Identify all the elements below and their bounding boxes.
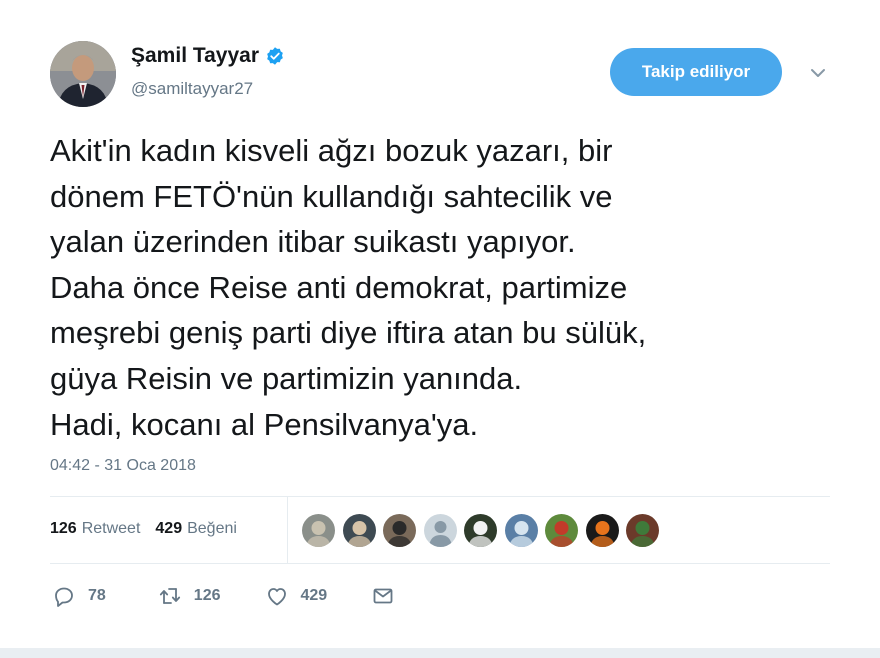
- liker-avatar[interactable]: [464, 514, 497, 547]
- tweet-line: Daha önce Reise anti demokrat, partimize: [50, 269, 628, 305]
- heart-icon: [265, 584, 289, 608]
- liker-avatar[interactable]: [342, 514, 376, 547]
- tweet-line: dönem FETÖ'nün kullandığı sahtecilik ve: [50, 178, 613, 214]
- tweet-line: yalan üzerinden itibar suikastı yapıyor.: [50, 224, 576, 260]
- liker-avatar[interactable]: [504, 514, 538, 547]
- liker-avatar[interactable]: [302, 514, 335, 547]
- retweet-button[interactable]: 126: [158, 584, 221, 608]
- like-button[interactable]: 429: [265, 584, 328, 608]
- chevron-down-icon[interactable]: [807, 62, 829, 84]
- tweet-line: güya Reisin ve partimizin yanında.: [50, 360, 523, 396]
- stats-divider: [287, 497, 288, 563]
- verified-badge-icon: [265, 46, 285, 66]
- tweet-actions: 78 126 429: [52, 584, 395, 608]
- like-action-count: 429: [300, 587, 328, 604]
- liker-avatar-default[interactable]: [423, 514, 457, 547]
- direct-message-button[interactable]: [371, 584, 395, 608]
- tweet-timestamp[interactable]: 04:42 - 31 Oca 2018: [50, 457, 196, 475]
- reply-button[interactable]: 78: [52, 584, 106, 608]
- liker-avatar[interactable]: [626, 514, 659, 547]
- retweet-label[interactable]: Retweet: [82, 520, 141, 538]
- liker-avatar[interactable]: [545, 514, 578, 547]
- divider: [50, 496, 830, 497]
- envelope-icon: [371, 584, 395, 608]
- like-label[interactable]: Beğeni: [187, 520, 237, 538]
- author-avatar[interactable]: [50, 41, 116, 107]
- reply-icon: [52, 584, 76, 608]
- tweet-stats: 126 Retweet 429 Beğeni: [50, 520, 237, 538]
- author-name-row[interactable]: Şamil Tayyar: [131, 44, 285, 68]
- author-display-name[interactable]: Şamil Tayyar: [131, 44, 259, 68]
- divider: [50, 563, 830, 564]
- page-bottom-strip: [0, 648, 880, 658]
- retweet-count[interactable]: 126: [50, 520, 77, 538]
- author-handle[interactable]: @samiltayyar27: [131, 79, 253, 99]
- liker-avatar[interactable]: [383, 514, 416, 547]
- retweet-icon: [158, 584, 182, 608]
- tweet-line: Hadi, kocanı al Pensilvanya'ya.: [50, 406, 479, 442]
- like-count[interactable]: 429: [155, 520, 182, 538]
- likers-avatar-list: [302, 514, 667, 547]
- tweet-line: meşrebi geniş parti diye iftira atan bu …: [50, 315, 647, 351]
- retweet-action-count: 126: [193, 587, 221, 604]
- following-button[interactable]: Takip ediliyor: [610, 48, 782, 96]
- tweet-text: Akit'in kadın kisveli ağzı bozuk yazarı,…: [50, 128, 840, 447]
- liker-avatar[interactable]: [585, 514, 619, 547]
- reply-count: 78: [88, 587, 106, 604]
- tweet-line: Akit'in kadın kisveli ağzı bozuk yazarı,…: [50, 133, 613, 168]
